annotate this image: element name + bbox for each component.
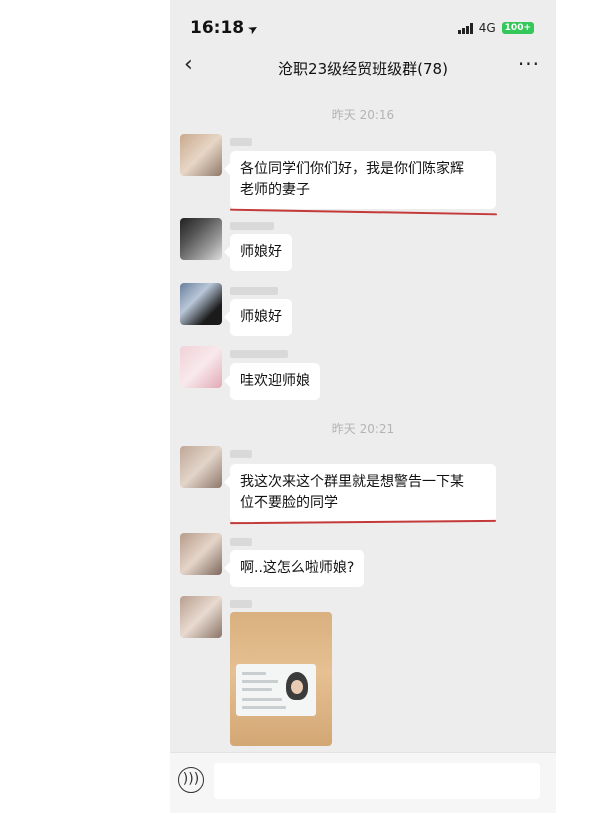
timestamp: 昨天 20:21: [331, 422, 395, 436]
message-input[interactable]: [214, 763, 540, 799]
network-label: 4G: [478, 21, 496, 35]
message-text: 啊..这怎么啦师娘?: [240, 560, 355, 576]
avatar[interactable]: [180, 283, 222, 325]
status-time-text: 16:18: [190, 18, 245, 38]
red-underline-annotation: [230, 208, 497, 216]
status-icons: 4G 100+: [457, 21, 534, 35]
message-bubble[interactable]: 哇欢迎师娘: [224, 363, 320, 400]
status-time: 16:18➤: [190, 18, 262, 38]
voice-input-icon[interactable]: ))): [178, 767, 204, 793]
image-message-id-card-photo[interactable]: [230, 612, 332, 746]
avatar[interactable]: [180, 346, 222, 388]
message-bubble[interactable]: 师娘好: [224, 299, 292, 336]
location-arrow-icon: ➤: [245, 20, 262, 38]
chat-header: ‹ 沧职23级经贸班级群(78) ···: [170, 46, 556, 88]
message-text: 哇欢迎师娘: [240, 373, 310, 389]
sender-name-blurred: [230, 222, 274, 230]
battery-icon: 100+: [501, 22, 534, 34]
id-card: [236, 664, 316, 716]
sender-name-blurred: [230, 600, 252, 608]
message-text: 师娘好: [240, 244, 282, 260]
portrait-photo: [286, 672, 308, 700]
avatar[interactable]: [180, 533, 222, 575]
chat-input-bar: ))): [170, 752, 556, 813]
message-bubble[interactable]: 我这次来这个群里就是想警告一下某 位不要脸的同学: [224, 464, 496, 522]
signal-icon: [457, 22, 473, 34]
message-text: 师娘好: [240, 309, 282, 325]
avatar[interactable]: [180, 134, 222, 176]
avatar[interactable]: [180, 446, 222, 488]
sender-name-blurred: [230, 350, 288, 358]
message-bubble[interactable]: 各位同学们你们好，我是你们陈家辉 老师的妻子: [224, 151, 496, 209]
message-text-line: 我这次来这个群里就是想警告一下某: [240, 474, 464, 490]
avatar[interactable]: [180, 218, 222, 260]
message-text-line: 位不要脸的同学: [240, 495, 338, 511]
message-text-line: 老师的妻子: [240, 182, 310, 198]
timestamp: 昨天 20:16: [331, 108, 395, 122]
status-bar: 16:18➤ 4G 100+: [170, 0, 556, 44]
avatar[interactable]: [180, 596, 222, 638]
chat-title: 沧职23级经贸班级群(78): [278, 60, 448, 78]
message-text-line: 各位同学们你们好，我是你们陈家辉: [240, 161, 464, 177]
phone-screen: 16:18➤ 4G 100+ ‹ 沧职23级经贸班级群(78) ··· 昨天 2…: [170, 0, 556, 813]
sender-name-blurred: [230, 450, 252, 458]
more-options-button[interactable]: ···: [518, 52, 540, 76]
message-bubble[interactable]: 师娘好: [224, 234, 292, 271]
sender-name-blurred: [230, 138, 252, 146]
sender-name-blurred: [230, 538, 252, 546]
message-bubble[interactable]: 啊..这怎么啦师娘?: [223, 550, 365, 587]
sender-name-blurred: [230, 287, 278, 295]
